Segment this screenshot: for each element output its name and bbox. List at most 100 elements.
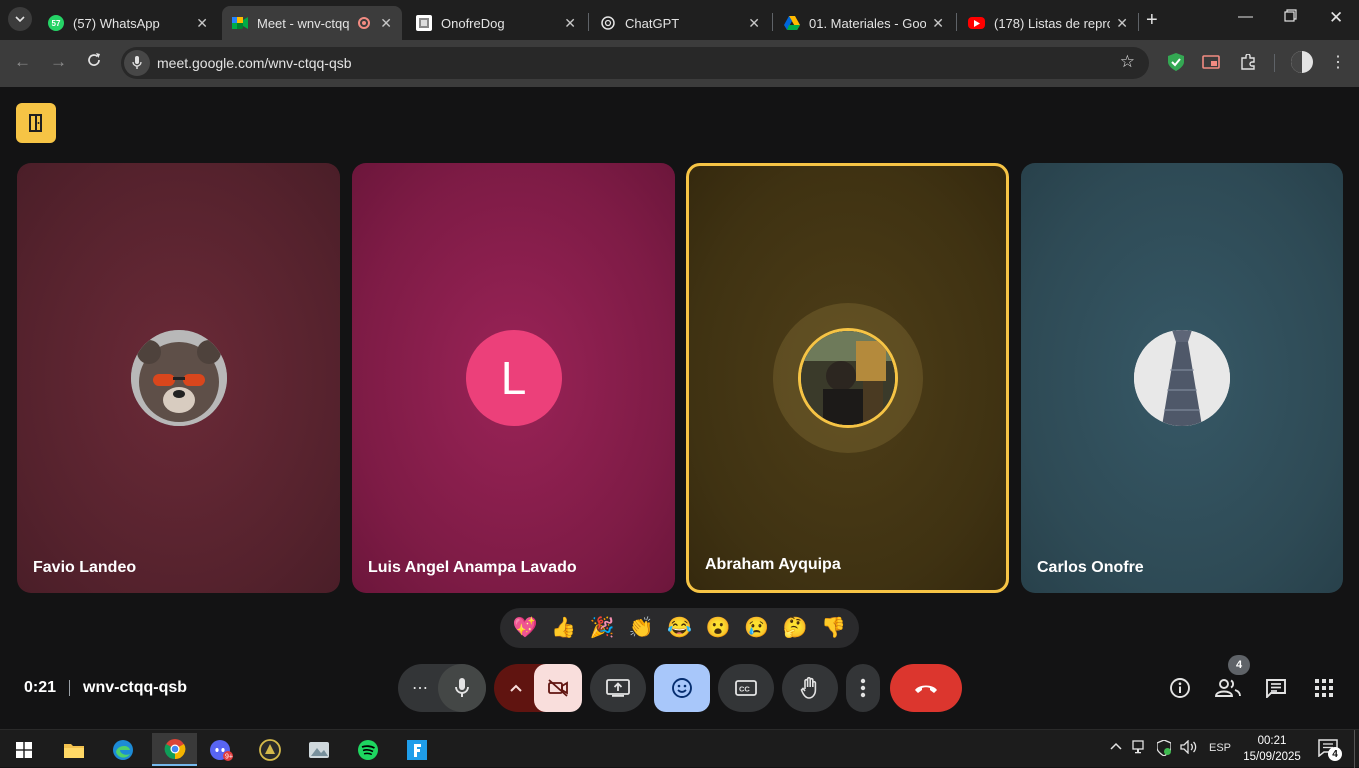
people-button[interactable]: [1214, 674, 1242, 702]
chrome-icon: [164, 738, 185, 759]
more-options-button[interactable]: [846, 664, 880, 712]
extensions-puzzle-icon[interactable]: [1238, 52, 1258, 72]
participant-name: Carlos Onofre: [1037, 559, 1144, 576]
profile-avatar[interactable]: [1291, 51, 1313, 73]
camera-off-button[interactable]: [534, 664, 582, 712]
game-app[interactable]: [250, 733, 290, 766]
leave-call-button[interactable]: [890, 664, 962, 712]
audio-control-group: ⋯: [398, 664, 486, 712]
show-desktop-button[interactable]: [1354, 730, 1355, 768]
reload-button[interactable]: [86, 52, 102, 73]
teddy-bear-avatar: [130, 330, 227, 426]
spotify-app[interactable]: [348, 733, 388, 766]
restore-button[interactable]: [1284, 9, 1297, 26]
tab-whatsapp[interactable]: 57 (57) WhatsApp ✕: [38, 6, 218, 40]
camera-off-icon: [548, 679, 568, 697]
reaction-heart[interactable]: 💖: [513, 618, 538, 638]
tab-google-drive[interactable]: 01. Materiales - Goog ✕: [774, 6, 954, 40]
windows-logo-icon: [16, 741, 32, 758]
present-screen-button[interactable]: [590, 664, 646, 712]
close-tab-icon[interactable]: ✕: [932, 15, 944, 32]
whatsapp-icon: 57: [48, 15, 64, 31]
photos-app[interactable]: [299, 733, 339, 766]
people-icon: [1215, 679, 1241, 697]
reaction-laugh[interactable]: 😂: [667, 618, 692, 638]
discord-app[interactable]: 9+: [201, 733, 241, 766]
back-button[interactable]: ←: [14, 52, 31, 72]
network-icon[interactable]: [1132, 740, 1148, 757]
fortnite-icon: [407, 739, 427, 760]
tab-youtube[interactable]: (178) Listas de reproc ✕: [958, 6, 1138, 40]
camera-options-chevron-up-icon[interactable]: [510, 679, 522, 697]
input-language[interactable]: ESP: [1209, 742, 1231, 754]
tab-meet[interactable]: Meet - wnv-ctqq ✕: [222, 6, 402, 40]
browser-tab-strip: 57 (57) WhatsApp ✕ Meet - wnv-ctqq ✕ Ono…: [0, 0, 1359, 40]
edge-app[interactable]: [103, 733, 143, 766]
reaction-surprised[interactable]: 😮: [706, 618, 731, 638]
adblock-shield-icon[interactable]: [1166, 52, 1186, 72]
audio-options-icon[interactable]: ⋯: [412, 678, 429, 698]
tab-divider: [956, 13, 957, 31]
chrome-app[interactable]: [152, 733, 197, 766]
participant-tile-abraham[interactable]: Abraham Ayquipa: [686, 163, 1009, 593]
reaction-thinking[interactable]: 🤔: [783, 618, 808, 638]
forward-button[interactable]: →: [50, 52, 67, 72]
folder-icon: [64, 743, 84, 758]
show-hidden-icons-chevron-up-icon[interactable]: [1110, 739, 1122, 753]
leave-room-door-icon[interactable]: [16, 103, 56, 143]
reactions-bar: 💖 👍 🎉 👏 😂 😮 😢 🤔 👎: [500, 608, 859, 648]
captions-button[interactable]: CC: [718, 664, 774, 712]
meeting-details-info-button[interactable]: [1166, 674, 1194, 702]
chevron-down-icon: [15, 16, 25, 22]
participant-tile-luis[interactable]: L Luis Angel Anampa Lavado: [352, 163, 675, 593]
emoji-smile-icon: [672, 678, 692, 698]
closed-captions-icon: CC: [735, 680, 757, 696]
tab-search-button[interactable]: [8, 7, 32, 31]
close-tab-icon[interactable]: ✕: [564, 15, 576, 32]
address-bar[interactable]: meet.google.com/wnv-ctqq-qsb ☆: [121, 47, 1149, 79]
security-shield-icon[interactable]: [1156, 739, 1172, 759]
google-meet-icon: [232, 15, 248, 31]
new-tab-button[interactable]: +: [1146, 9, 1158, 32]
cast-tab-icon[interactable]: [1201, 52, 1221, 72]
raise-hand-button[interactable]: [782, 664, 838, 712]
minimize-button[interactable]: —: [1238, 8, 1253, 25]
close-tab-icon[interactable]: ✕: [380, 15, 392, 32]
reaction-party[interactable]: 🎉: [590, 618, 615, 638]
reactions-button[interactable]: [654, 664, 710, 712]
file-explorer-app[interactable]: [54, 733, 94, 766]
tab-title: (178) Listas de reproc: [994, 15, 1111, 31]
close-tab-icon[interactable]: ✕: [748, 15, 760, 32]
meeting-code: wnv-ctqq-qsb: [83, 679, 188, 696]
reaction-clap[interactable]: 👏: [628, 618, 653, 638]
clock-date: 15/09/2025: [1243, 751, 1301, 763]
raise-hand-icon: [800, 677, 817, 699]
chat-button[interactable]: [1262, 674, 1290, 702]
bookmark-star-icon[interactable]: ☆: [1120, 52, 1135, 72]
tab-title: ChatGPT: [625, 15, 680, 31]
reaction-thumbs-up[interactable]: 👍: [551, 618, 576, 638]
microphone-button[interactable]: [438, 664, 486, 712]
tab-onofredog[interactable]: OnofreDog ✕: [406, 6, 586, 40]
tab-chatgpt[interactable]: ChatGPT ✕: [590, 6, 770, 40]
participant-tile-favio[interactable]: Favio Landeo: [17, 163, 340, 593]
game-launcher-icon: [259, 738, 281, 761]
volume-icon[interactable]: [1180, 739, 1198, 757]
microphone-permission-icon[interactable]: [124, 50, 150, 76]
browser-menu-icon[interactable]: ⋮: [1328, 52, 1348, 72]
chat-icon: [1266, 679, 1286, 698]
activities-button[interactable]: [1310, 674, 1338, 702]
participant-tile-carlos[interactable]: Carlos Onofre: [1021, 163, 1343, 593]
info-icon: [1170, 678, 1190, 698]
reaction-thumbs-down[interactable]: 👎: [821, 618, 846, 638]
notification-center-button[interactable]: 4: [1318, 739, 1342, 761]
close-window-button[interactable]: ✕: [1329, 8, 1343, 28]
fortnite-app[interactable]: [397, 733, 437, 766]
person-photo-avatar: [797, 328, 898, 428]
reaction-sad[interactable]: 😢: [744, 618, 769, 638]
windows-start-button[interactable]: [4, 733, 44, 766]
taskbar-clock[interactable]: 00:21 15/09/2025: [1240, 733, 1304, 765]
present-screen-icon: [606, 679, 630, 697]
close-tab-icon[interactable]: ✕: [196, 15, 208, 32]
close-tab-icon[interactable]: ✕: [1116, 15, 1128, 32]
